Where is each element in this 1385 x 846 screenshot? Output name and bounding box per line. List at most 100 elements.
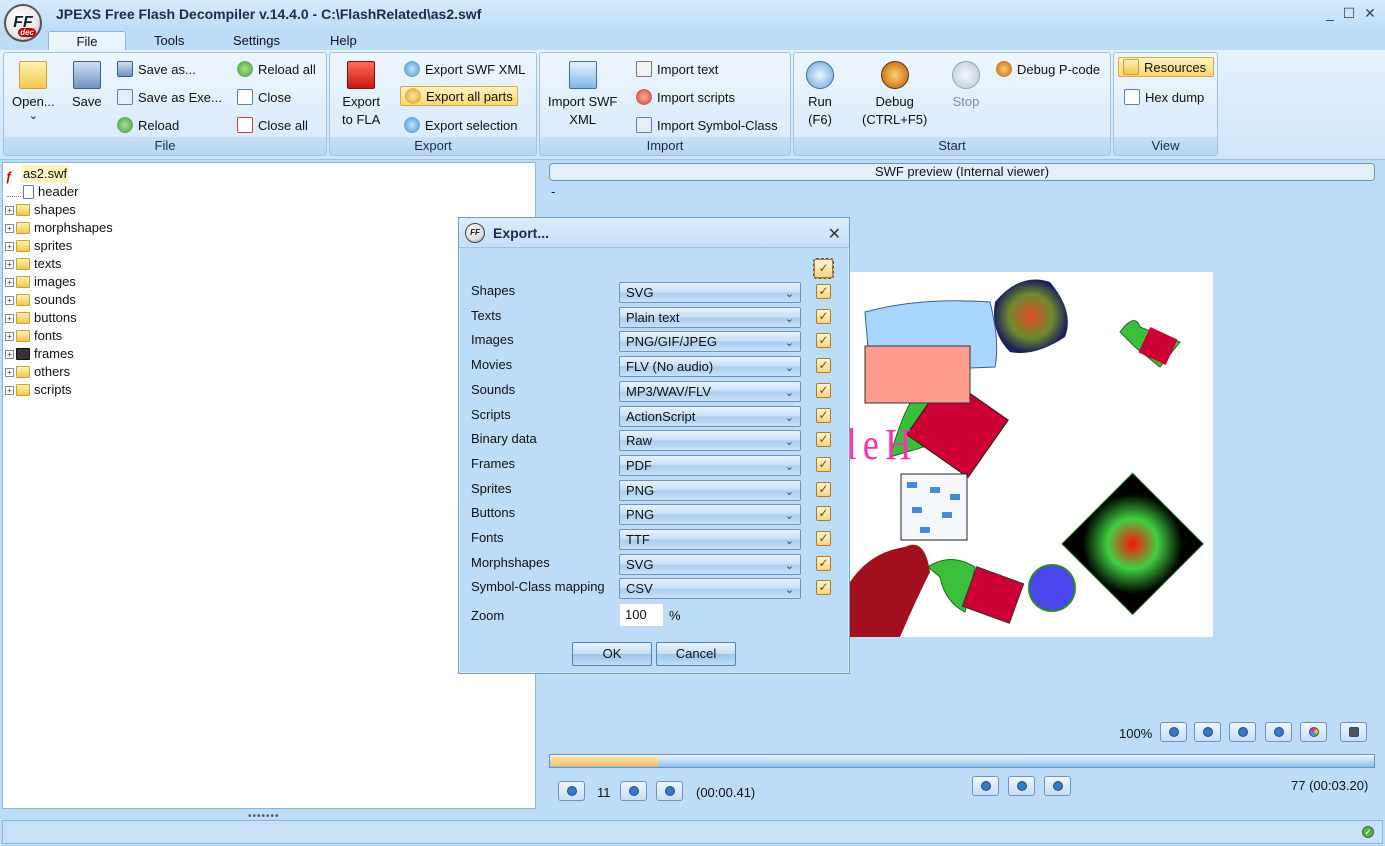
resources-button[interactable]: Resources — [1118, 57, 1214, 77]
export-option-checkbox[interactable]: ✓ — [816, 383, 831, 398]
expand-icon[interactable]: + — [5, 223, 14, 233]
export-option-checkbox[interactable]: ✓ — [816, 531, 831, 546]
tab-settings[interactable]: Settings — [221, 31, 292, 50]
tree-item-frames[interactable]: + frames — [5, 345, 74, 363]
reload-all-button[interactable]: Reload all — [237, 61, 316, 77]
save-as-button[interactable]: Save as... — [117, 61, 196, 77]
timeline-progress[interactable] — [549, 754, 1375, 768]
expand-icon[interactable]: + — [5, 277, 14, 287]
export-dialog[interactable]: FF Export... ✕ ✓ Shapes SVG ⌄ ✓ Texts Plain t… — [458, 217, 850, 674]
export-format-select[interactable]: TTF ⌄ — [619, 529, 801, 550]
tab-tools[interactable]: Tools — [142, 31, 196, 50]
tree-item-scripts[interactable]: + scripts — [5, 381, 72, 399]
zoom-reset-button[interactable] — [1265, 722, 1292, 742]
import-scripts-button[interactable]: Import scripts — [636, 89, 735, 105]
expand-icon[interactable]: + — [5, 385, 14, 395]
tab-file[interactable]: File — [48, 31, 126, 50]
expand-icon[interactable]: + — [5, 331, 14, 341]
export-option-checkbox[interactable]: ✓ — [816, 580, 831, 595]
export-format-select[interactable]: PNG/GIF/JPEG ⌄ — [619, 331, 801, 352]
loop-button[interactable] — [1044, 776, 1071, 796]
tree-item-buttons[interactable]: + buttons — [5, 309, 77, 327]
expand-icon[interactable]: + — [5, 295, 14, 305]
close-icon[interactable]: ✕ — [1362, 5, 1378, 21]
export-option-checkbox[interactable]: ✓ — [816, 432, 831, 447]
next-frame-button[interactable] — [620, 781, 647, 801]
color-button[interactable] — [1300, 722, 1327, 742]
export-option-checkbox[interactable]: ✓ — [816, 556, 831, 571]
close-all-button[interactable]: Close all — [237, 117, 308, 133]
export-option-checkbox[interactable]: ✓ — [816, 309, 831, 324]
export-fla-button[interactable]: Export to FLA — [342, 61, 380, 129]
tree-item-morphshapes[interactable]: + morphshapes — [5, 219, 113, 237]
tree-root[interactable]: ƒ as2.swf — [5, 165, 70, 184]
export-all-parts-button[interactable]: Export all parts — [400, 86, 518, 106]
export-option-checkbox[interactable]: ✓ — [816, 482, 831, 497]
debug-button[interactable]: Debug (CTRL+F5) — [862, 61, 927, 129]
app-logo[interactable]: FF dec — [4, 4, 42, 42]
export-option-checkbox[interactable]: ✓ — [816, 284, 831, 299]
save-button[interactable]: Save — [72, 61, 102, 111]
minimize-icon[interactable]: _ — [1322, 5, 1338, 21]
run-button[interactable]: Run (F6) — [806, 61, 834, 129]
export-format-select[interactable]: ActionScript ⌄ — [619, 406, 801, 427]
expand-icon[interactable]: + — [5, 313, 14, 323]
export-format-select[interactable]: MP3/WAV/FLV ⌄ — [619, 381, 801, 402]
export-option-checkbox[interactable]: ✓ — [816, 506, 831, 521]
export-format-select[interactable]: SVG ⌄ — [619, 282, 801, 303]
export-swf-xml-button[interactable]: Export SWF XML — [404, 61, 525, 77]
resource-tree[interactable]: ƒ as2.swf header + shapes + morphshapes … — [2, 162, 536, 809]
expand-icon[interactable]: + — [5, 349, 14, 359]
zoom-input[interactable]: 100 — [619, 603, 664, 627]
import-swf-xml-button[interactable]: Import SWF XML — [548, 61, 617, 129]
zoom-fit-button[interactable] — [1229, 722, 1256, 742]
prev-frame-button[interactable] — [558, 781, 585, 801]
export-format-select[interactable]: PNG ⌄ — [619, 504, 801, 525]
zoom-out-button[interactable] — [1194, 722, 1221, 742]
export-format-select[interactable]: PDF ⌄ — [619, 455, 801, 476]
open-dropdown-icon[interactable]: ⌄ — [29, 111, 38, 122]
stop-button[interactable]: Stop — [952, 61, 980, 111]
expand-icon[interactable]: + — [5, 367, 14, 377]
export-option-checkbox[interactable]: ✓ — [816, 408, 831, 423]
hex-dump-button[interactable]: Hex dump — [1124, 89, 1204, 105]
tree-item-others[interactable]: + others — [5, 363, 70, 381]
tree-item-shapes[interactable]: + shapes — [5, 201, 76, 219]
play-button[interactable] — [972, 776, 999, 796]
import-text-button[interactable]: Import text — [636, 61, 718, 77]
swf-preview-canvas[interactable]: HelloWorld — [850, 272, 1213, 637]
cancel-button[interactable]: Cancel — [656, 642, 736, 666]
tree-item-sounds[interactable]: + sounds — [5, 291, 76, 309]
export-format-select[interactable]: CSV ⌄ — [619, 578, 801, 599]
export-format-select[interactable]: SVG ⌄ — [619, 554, 801, 575]
tree-item-header[interactable]: header — [7, 183, 78, 201]
reload-button[interactable]: Reload — [117, 117, 179, 133]
export-selection-button[interactable]: Export selection — [404, 117, 518, 133]
tree-item-fonts[interactable]: + fonts — [5, 327, 62, 345]
snapshot-button[interactable] — [1340, 722, 1367, 742]
dialog-title-bar[interactable]: FF Export... ✕ — [459, 218, 849, 248]
expand-icon[interactable]: + — [5, 259, 14, 269]
import-symbol-class-button[interactable]: Import Symbol-Class — [636, 117, 778, 133]
export-format-select[interactable]: PNG ⌄ — [619, 480, 801, 501]
close-button[interactable]: Close — [237, 89, 291, 105]
export-option-checkbox[interactable]: ✓ — [816, 358, 831, 373]
tree-item-images[interactable]: + images — [5, 273, 76, 291]
goto-frame-button[interactable] — [656, 781, 683, 801]
select-all-checkbox[interactable]: ✓ — [813, 258, 834, 279]
export-option-checkbox[interactable]: ✓ — [816, 333, 831, 348]
maximize-icon[interactable]: ☐ — [1341, 5, 1357, 21]
ok-button[interactable]: OK — [572, 642, 652, 666]
tree-item-sprites[interactable]: + sprites — [5, 237, 72, 255]
expand-icon[interactable]: + — [5, 205, 14, 215]
export-format-select[interactable]: Plain text ⌄ — [619, 307, 801, 328]
open-button[interactable]: Open... ⌄ — [12, 61, 55, 122]
export-option-checkbox[interactable]: ✓ — [816, 457, 831, 472]
debug-pcode-button[interactable]: Debug P-code — [996, 61, 1100, 77]
tree-item-texts[interactable]: + texts — [5, 255, 61, 273]
export-format-select[interactable]: FLV (No audio) ⌄ — [619, 356, 801, 377]
zoom-in-button[interactable] — [1160, 722, 1187, 742]
save-as-exe-button[interactable]: Save as Exe... — [117, 89, 222, 105]
tab-help[interactable]: Help — [318, 31, 369, 50]
dialog-close-icon[interactable]: ✕ — [828, 224, 841, 244]
